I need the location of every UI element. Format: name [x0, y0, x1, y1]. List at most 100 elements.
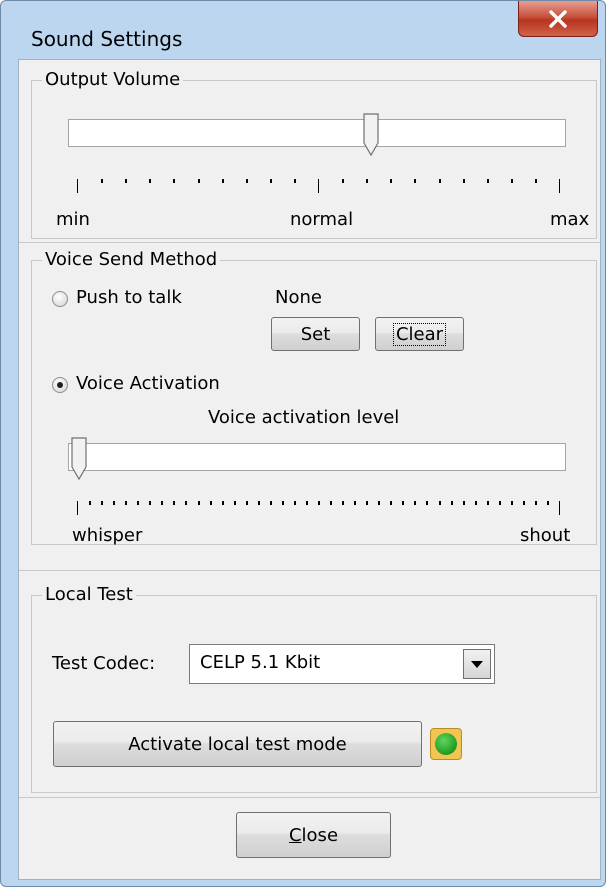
- separator: [19, 242, 600, 243]
- window-title: Sound Settings: [31, 27, 183, 51]
- clear-button[interactable]: Clear: [375, 317, 464, 351]
- voice-activation-label[interactable]: Voice Activation: [76, 373, 220, 394]
- minor-tick: [89, 501, 92, 505]
- minor-tick: [149, 179, 152, 183]
- minor-tick: [414, 501, 417, 505]
- output-volume-thumb[interactable]: [362, 113, 382, 157]
- minor-tick: [438, 179, 441, 183]
- minor-tick: [245, 501, 248, 505]
- minor-tick: [173, 179, 176, 183]
- voice-activation-radio[interactable]: [52, 377, 68, 393]
- major-tick: [77, 501, 78, 515]
- title-bar[interactable]: Sound Settings: [1, 1, 605, 57]
- minor-tick: [342, 501, 345, 505]
- set-button-label: Set: [300, 323, 331, 345]
- minor-tick: [450, 501, 453, 505]
- minor-tick: [474, 501, 477, 505]
- minor-tick: [390, 179, 393, 183]
- shout-label: shout: [520, 525, 571, 546]
- minor-tick: [438, 501, 441, 505]
- minor-tick: [257, 501, 260, 505]
- minor-tick: [281, 501, 284, 505]
- voice-activation-thumb[interactable]: [70, 437, 90, 481]
- minor-tick: [534, 501, 537, 505]
- set-button[interactable]: Set: [271, 317, 360, 351]
- voice-send-method-group: Voice Send Method Push to talk None Set …: [31, 248, 597, 546]
- minor-tick: [342, 179, 345, 183]
- dropdown-arrow-button[interactable]: [463, 649, 491, 679]
- major-tick: [559, 179, 560, 193]
- minor-tick: [402, 501, 405, 505]
- test-codec-select[interactable]: CELP 5.1 Kbit: [189, 644, 495, 684]
- window-close-button[interactable]: [518, 1, 598, 37]
- major-tick: [559, 501, 560, 515]
- minor-tick: [486, 501, 489, 505]
- close-button-label: Close: [288, 824, 339, 846]
- minor-tick: [354, 501, 357, 505]
- minor-tick: [161, 501, 164, 505]
- minor-tick: [510, 179, 513, 183]
- radio-selected-dot: [57, 382, 63, 388]
- minor-tick: [546, 501, 549, 505]
- minor-tick: [185, 501, 188, 505]
- minor-tick: [378, 501, 381, 505]
- close-button[interactable]: Close: [236, 812, 391, 858]
- minor-tick: [522, 501, 525, 505]
- sound-settings-window: Sound Settings Output Volume min normal …: [0, 0, 606, 887]
- local-test-legend: Local Test: [42, 583, 136, 607]
- minor-tick: [486, 179, 489, 183]
- minor-tick: [462, 501, 465, 505]
- minor-tick: [137, 501, 140, 505]
- minor-tick: [221, 501, 224, 505]
- test-codec-label: Test Codec:: [52, 653, 156, 674]
- major-tick: [318, 179, 319, 193]
- chevron-down-icon: [471, 660, 483, 668]
- minor-tick: [269, 179, 272, 183]
- local-test-group: Local Test Test Codec: CELP 5.1 Kbit Act…: [31, 583, 597, 793]
- minor-tick: [510, 501, 513, 505]
- minor-tick: [293, 179, 296, 183]
- clear-button-label: Clear: [392, 322, 447, 346]
- voice-activation-level-label: Voice activation level: [208, 407, 400, 428]
- minor-tick: [233, 501, 236, 505]
- minor-tick: [293, 501, 296, 505]
- volume-normal-label: normal: [290, 209, 354, 230]
- close-x-icon: [549, 9, 567, 28]
- test-codec-value: CELP 5.1 Kbit: [200, 652, 321, 673]
- minor-tick: [414, 179, 417, 183]
- minor-tick: [197, 179, 200, 183]
- separator: [19, 570, 600, 571]
- minor-tick: [269, 501, 272, 505]
- minor-tick: [209, 501, 212, 505]
- test-status-indicator: [430, 728, 462, 760]
- minor-tick: [221, 179, 224, 183]
- minor-tick: [125, 179, 128, 183]
- minor-tick: [101, 179, 104, 183]
- minor-tick: [330, 501, 333, 505]
- status-led-icon: [435, 733, 457, 755]
- minor-tick: [366, 179, 369, 183]
- major-tick: [77, 179, 78, 193]
- minor-tick: [125, 501, 128, 505]
- whisper-label: whisper: [72, 525, 143, 546]
- push-to-talk-label[interactable]: Push to talk: [76, 287, 182, 308]
- minor-tick: [534, 179, 537, 183]
- push-to-talk-radio[interactable]: [52, 291, 68, 307]
- activate-local-test-label: Activate local test mode: [128, 733, 347, 755]
- minor-tick: [318, 501, 320, 505]
- minor-tick: [101, 501, 104, 505]
- output-volume-legend: Output Volume: [42, 68, 184, 92]
- minor-tick: [426, 501, 429, 505]
- minor-tick: [149, 501, 152, 505]
- volume-min-label: min: [56, 209, 90, 230]
- output-volume-slider[interactable]: [68, 119, 566, 147]
- minor-tick: [113, 501, 116, 505]
- minor-tick: [366, 501, 369, 505]
- minor-tick: [173, 501, 176, 505]
- activate-local-test-button[interactable]: Activate local test mode: [53, 721, 422, 767]
- minor-tick: [305, 501, 308, 505]
- output-volume-group: Output Volume min normal max: [31, 68, 597, 239]
- push-to-talk-hotkey: None: [275, 287, 322, 308]
- separator: [19, 797, 600, 798]
- voice-activation-slider[interactable]: [68, 443, 566, 471]
